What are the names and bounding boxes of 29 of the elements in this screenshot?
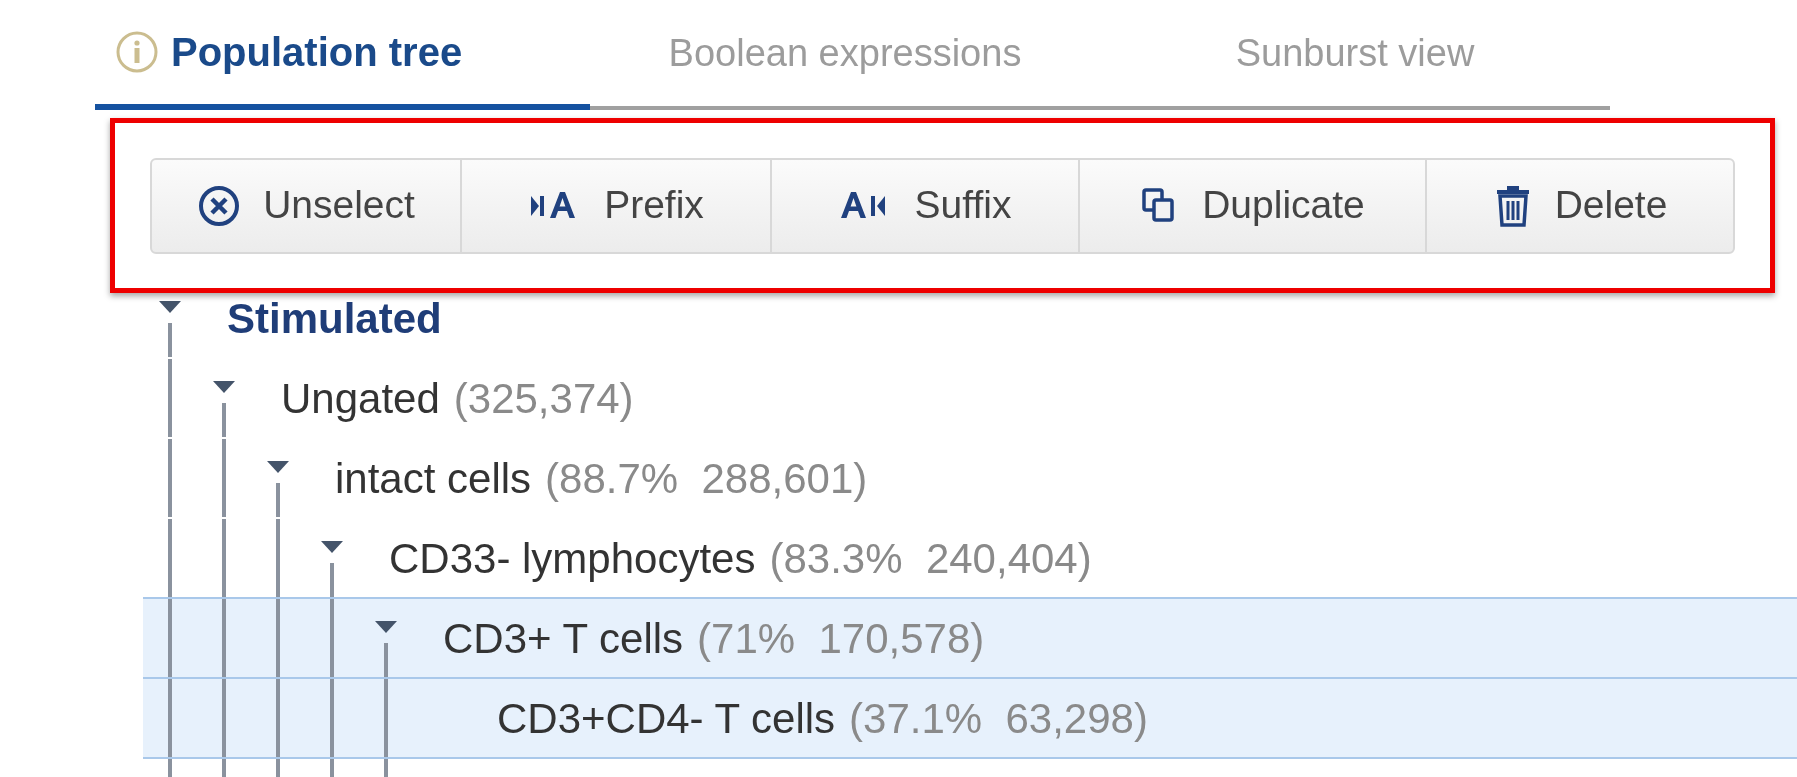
close-circle-icon [197, 183, 242, 228]
caret-icon[interactable] [159, 301, 181, 313]
population-count: (325,374) [453, 373, 634, 424]
prefix-button[interactable]: Prefix [460, 159, 770, 252]
caret-icon[interactable] [321, 541, 343, 553]
population-count: (71% 170,578) [697, 613, 985, 664]
delete-button[interactable]: Delete [1425, 159, 1733, 252]
tab[interactable]: Population tree [95, 0, 590, 110]
caret-icon[interactable] [375, 621, 397, 633]
caret-icon[interactable] [267, 461, 289, 473]
population-count: (37.1% 63,298) [849, 693, 1148, 744]
population-name: CD3+CD4- T cells [497, 693, 836, 744]
caret-icon[interactable] [213, 381, 235, 393]
population-count: (83.3% 240,404) [769, 533, 1092, 584]
tree-row[interactable]: Stimulated [143, 277, 1797, 359]
population-name: intact cells [335, 453, 532, 504]
population-name: CD33- lymphocytes [389, 533, 756, 584]
population-name: CD3+ T cells [443, 613, 684, 664]
suffix-button[interactable]: Suffix [770, 159, 1078, 252]
tree-row[interactable]: CD3+ T cells (71% 170,578) [143, 597, 1797, 679]
population-name: Ungated [281, 373, 440, 424]
population-count: (88.7% 288,601) [545, 453, 868, 504]
tree-row[interactable]: CD3+CD4- T cells (37.1% 63,298) [143, 677, 1797, 759]
tree-row[interactable]: intact cells (88.7% 288,601) [143, 437, 1797, 519]
unselect-button[interactable]: Unselect [152, 159, 460, 252]
sample-name: Stimulated [227, 293, 442, 344]
duplicate-button[interactable]: Duplicate [1078, 159, 1425, 252]
tree-row[interactable]: CD33- lymphocytes (83.3% 240,404) [143, 517, 1797, 599]
tree-row[interactable]: Ungated (325,374) [143, 357, 1797, 439]
